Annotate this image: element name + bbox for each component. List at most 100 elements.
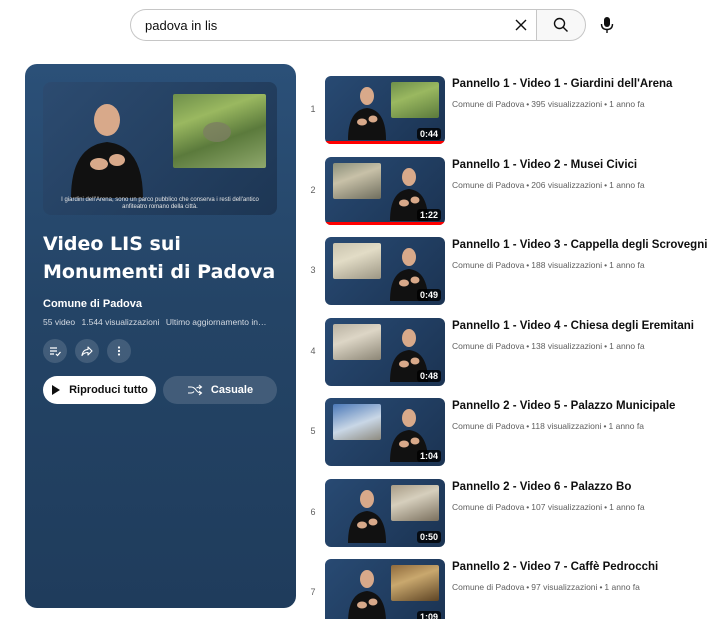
separator: • [526, 260, 530, 270]
save-playlist-button[interactable] [43, 339, 67, 363]
video-age: 1 anno fa [609, 340, 645, 351]
monument-photo [333, 404, 381, 440]
search-input-wrapper [130, 9, 536, 41]
video-title[interactable]: Pannello 2 - Video 7 - Caffè Pedrocchi [452, 561, 708, 573]
video-title[interactable]: Pannello 1 - Video 2 - Musei Civici [452, 159, 708, 171]
video-index: 5 [310, 426, 316, 436]
video-row[interactable]: 1 0:44 Pannello 1 - Video 1 - Giardini d… [300, 76, 708, 157]
monument-photo [391, 82, 439, 118]
separator: • [599, 582, 603, 592]
video-channel[interactable]: Comune di Padova [452, 582, 524, 592]
shuffle-button[interactable]: Casuale [163, 376, 277, 404]
video-thumbnail[interactable]: 0:44 [325, 76, 445, 144]
video-title[interactable]: Pannello 1 - Video 3 - Cappella degli Sc… [452, 239, 708, 251]
video-channel[interactable]: Comune di Padova [452, 260, 524, 270]
separator: • [526, 501, 530, 512]
video-duration: 0:49 [416, 289, 441, 301]
separator: • [604, 501, 608, 512]
play-all-label: Riproduci tutto [69, 384, 148, 396]
video-age: 1 anno fa [609, 179, 645, 190]
video-thumbnail[interactable]: 0:48 [325, 317, 445, 386]
video-views: 138 visualizzazioni [531, 340, 603, 351]
video-title[interactable]: Pannello 1 - Video 4 - Chiesa degli Erem… [452, 320, 708, 332]
video-duration: 1:04 [416, 450, 441, 462]
more-actions-button[interactable] [107, 339, 131, 363]
watch-progress-bar [325, 141, 445, 144]
close-icon [515, 19, 527, 31]
thumbnail-caption: I giardini dell'Arena, sono un parco pub… [61, 197, 259, 210]
video-thumbnail[interactable]: 0:50 [325, 478, 445, 547]
video-channel[interactable]: Comune di Padova [452, 341, 524, 351]
microphone-icon [600, 17, 614, 33]
video-count: 55 video [43, 317, 76, 327]
video-channel[interactable]: Comune di Padova [452, 421, 524, 431]
clear-search-button[interactable] [506, 10, 536, 40]
monument-photo [391, 565, 439, 601]
share-button[interactable] [75, 339, 99, 363]
separator: • [603, 421, 607, 431]
video-views: 107 visualizzazioni [531, 501, 603, 512]
video-age: 1 anno fa [608, 421, 644, 431]
video-thumbnail[interactable]: 1:04 [325, 398, 445, 466]
video-title[interactable]: Pannello 1 - Video 1 - Giardini dell'Are… [452, 78, 708, 90]
video-duration: 1:09 [416, 611, 441, 619]
video-meta: Comune di Padova • 97 visualizzazioni • 1 an… [452, 582, 640, 592]
video-row[interactable]: 7 1:09 Pannello 2 - Video 7 - Caffè Pedr… [300, 559, 708, 619]
video-age: 1 anno fa [609, 99, 645, 109]
video-thumbnail[interactable]: 1:22 [325, 156, 445, 225]
separator: • [526, 179, 530, 190]
video-thumbnail[interactable]: 1:09 [325, 559, 445, 619]
playlist-thumbnail[interactable]: I giardini dell'Arena, sono un parco pub… [43, 82, 277, 215]
separator: • [604, 340, 608, 351]
video-duration: 0:48 [416, 369, 441, 382]
signer-figure [348, 489, 386, 543]
video-row[interactable]: 4 0:48 Pannello 1 - Video 4 - Chiesa deg… [300, 317, 708, 399]
channel-link[interactable]: Comune di Padova [43, 298, 142, 310]
video-row[interactable]: 3 0:49 Pannello 1 - Video 3 - Cappella d… [300, 237, 708, 318]
video-row[interactable]: 2 1:22 Pannello 1 - Video 2 - Musei Civi… [300, 156, 708, 238]
view-count: 1.544 visualizzazioni [81, 317, 160, 327]
shuffle-label: Casuale [210, 384, 254, 396]
search-icon [553, 17, 568, 32]
video-title[interactable]: Pannello 2 - Video 6 - Palazzo Bo [452, 481, 708, 493]
video-age: 1 anno fa [609, 260, 645, 270]
more-vert-icon [117, 346, 121, 356]
video-views: 395 visualizzazioni [531, 99, 603, 109]
signer-figure [71, 104, 143, 198]
video-title[interactable]: Pannello 2 - Video 5 - Palazzo Municipal… [452, 400, 708, 412]
add-to-queue-icon [50, 347, 61, 357]
voice-search-button[interactable] [592, 10, 622, 40]
video-index: 4 [310, 345, 316, 356]
search-input[interactable] [145, 17, 506, 33]
play-all-button[interactable]: Riproduci tutto [43, 376, 156, 404]
video-meta: Comune di Padova • 118 visualizzazioni • 1 a… [452, 421, 644, 431]
separator: • [526, 340, 530, 351]
video-row[interactable]: 6 0:50 Pannello 2 - Video 6 - Palazzo Bo… [300, 478, 708, 560]
signer-figure [348, 570, 386, 619]
video-channel[interactable]: Comune di Padova [452, 502, 524, 512]
monument-photo [333, 162, 381, 199]
playlist-title: Video LIS sui Monumenti di Padova [43, 233, 276, 283]
video-index: 6 [310, 506, 316, 517]
separator: • [604, 260, 608, 270]
play-icon [52, 385, 61, 395]
monument-photo [391, 484, 439, 521]
video-row[interactable]: 5 1:04 Pannello 2 - Video 5 - Palazzo Mu… [300, 398, 708, 479]
monument-photo [333, 243, 381, 279]
monument-photo [333, 323, 381, 360]
video-channel[interactable]: Comune di Padova [452, 180, 524, 190]
video-index: 3 [310, 265, 316, 275]
shuffle-icon [187, 384, 203, 396]
video-meta: Comune di Padova • 138 visualizzazioni • 1 a… [452, 341, 645, 351]
video-age: 1 anno fa [604, 582, 640, 592]
separator: • [604, 99, 608, 109]
playlist-stats: 55 video 1.544 visualizzazioni Ultimo ag… [43, 317, 288, 327]
separator: • [526, 582, 530, 592]
separator: • [526, 99, 530, 109]
video-thumbnail[interactable]: 0:49 [325, 237, 445, 305]
video-channel[interactable]: Comune di Padova [452, 99, 524, 109]
video-duration: 0:44 [416, 128, 441, 140]
share-icon [81, 346, 93, 357]
search-button[interactable] [536, 9, 586, 41]
video-views: 188 visualizzazioni [531, 260, 603, 270]
